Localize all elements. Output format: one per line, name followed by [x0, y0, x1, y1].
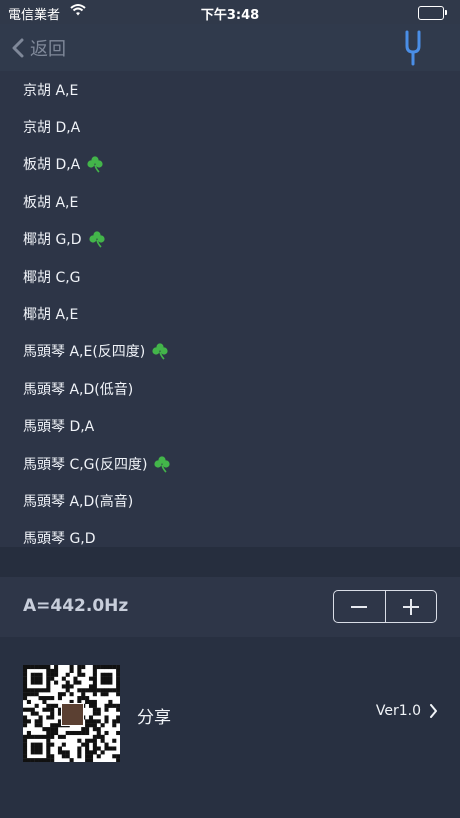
- tuning-label: 馬頭琴 G,D: [23, 531, 96, 548]
- clover-icon: [86, 155, 104, 174]
- tuning-item[interactable]: 馬頭琴 A,D(低音): [0, 370, 460, 407]
- tuning-label: 椰胡 C,G: [23, 269, 81, 286]
- share-button[interactable]: 分享: [137, 703, 171, 728]
- clover-icon: [151, 342, 169, 360]
- tuning-label: 板胡 A,E: [23, 194, 79, 211]
- back-label: 返回: [30, 39, 66, 60]
- tuning-item[interactable]: 京胡 A,E: [0, 71, 460, 108]
- tuning-item[interactable]: 板胡 D,A: [0, 146, 460, 183]
- tuning-fork-icon[interactable]: [404, 30, 422, 70]
- decrease-button[interactable]: [334, 591, 385, 622]
- tuning-item[interactable]: 椰胡 C,G: [0, 258, 460, 295]
- frequency-section: A=442.0Hz: [0, 577, 460, 637]
- clover-icon: [153, 455, 171, 473]
- tuning-item[interactable]: 馬頭琴 A,D(高音): [0, 482, 460, 519]
- tuning-item[interactable]: 椰胡 G,D: [0, 221, 460, 258]
- navigation-bar: 返回: [0, 24, 460, 72]
- clover-icon: [88, 230, 106, 248]
- share-section: 分享 Ver1.0: [0, 637, 460, 818]
- tuning-item[interactable]: 馬頭琴 D,A: [0, 408, 460, 445]
- tuning-list: 京胡 A,E 京胡 D,A 板胡 D,A 板胡 A,E 椰胡 G,D 椰胡 C,G 椰胡 A…: [0, 71, 460, 547]
- tuning-item[interactable]: 板胡 A,E: [0, 183, 460, 220]
- tuning-label: 京胡 A,E: [23, 82, 79, 99]
- frequency-label: A=442.0Hz: [23, 596, 129, 616]
- tuning-label: 馬頭琴 A,D(高音): [23, 493, 134, 510]
- tuning-label: 椰胡 G,D: [23, 232, 82, 249]
- back-button[interactable]: 返回: [12, 34, 66, 62]
- frequency-stepper: [333, 590, 437, 623]
- section-divider: [0, 547, 460, 577]
- battery-icon: [418, 6, 447, 20]
- tuning-item[interactable]: 馬頭琴 C,G(反四度): [0, 445, 460, 482]
- tuning-label: 馬頭琴 A,E(反四度): [23, 344, 146, 361]
- tuning-label: 馬頭琴 D,A: [23, 419, 95, 436]
- chevron-left-icon: [12, 38, 24, 58]
- increase-button[interactable]: [385, 591, 436, 622]
- tuning-label: 馬頭琴 C,G(反四度): [23, 456, 148, 473]
- tuning-item[interactable]: 椰胡 A,E: [0, 295, 460, 332]
- status-time: 下午3:48: [200, 8, 260, 23]
- qr-logo: [61, 703, 84, 726]
- tuning-label: 椰胡 A,E: [23, 307, 79, 324]
- chevron-right-icon: [430, 704, 437, 718]
- tuning-item[interactable]: 京胡 D,A: [0, 108, 460, 145]
- version-label: Ver1.0: [375, 703, 421, 719]
- plus-icon: [402, 598, 419, 615]
- tuning-item[interactable]: 馬頭琴 A,E(反四度): [0, 333, 460, 370]
- status-bar: 電信業者 下午3:48: [0, 0, 460, 24]
- tuning-label: 馬頭琴 A,D(低音): [23, 381, 134, 398]
- tuning-label: 京胡 D,A: [23, 120, 81, 137]
- qr-code-image: [23, 665, 121, 763]
- minus-icon: [351, 605, 368, 608]
- version-row[interactable]: Ver1.0: [376, 703, 438, 719]
- tuning-label: 板胡 D,A: [23, 157, 81, 174]
